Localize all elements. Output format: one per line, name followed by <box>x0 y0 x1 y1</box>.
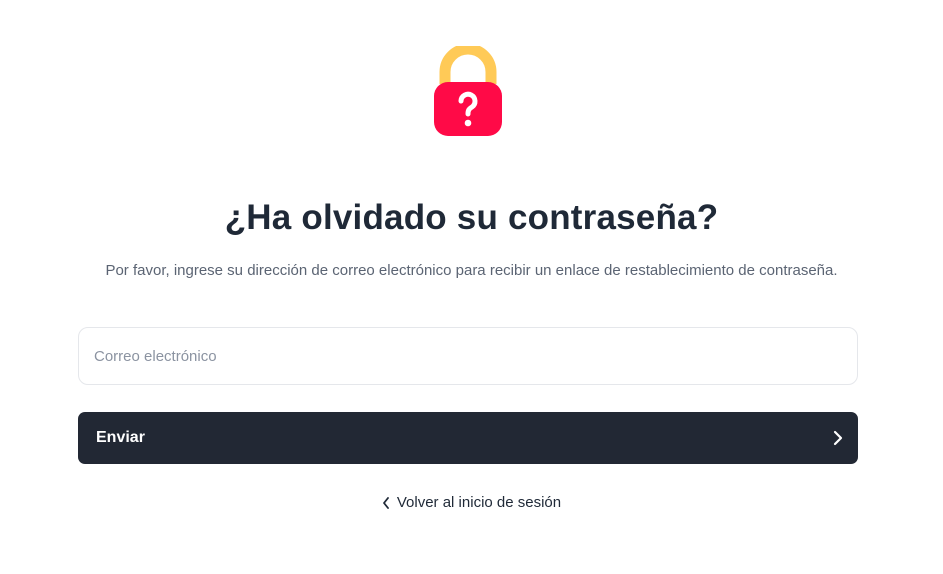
chevron-left-icon <box>382 496 389 509</box>
forgot-password-page: ¿Ha olvidado su contraseña? Por favor, i… <box>0 0 943 574</box>
submit-button-label: Enviar <box>96 429 145 446</box>
back-to-login-link[interactable]: Volver al inicio de sesión <box>382 494 561 511</box>
back-link-row: Volver al inicio de sesión <box>0 494 943 511</box>
page-title: ¿Ha olvidado su contraseña? <box>224 198 719 237</box>
email-field[interactable] <box>78 327 858 385</box>
submit-button[interactable]: Enviar <box>78 412 858 464</box>
page-subtitle: Por favor, ingrese su dirección de corre… <box>105 262 838 279</box>
back-to-login-label: Volver al inicio de sesión <box>396 494 562 511</box>
chevron-right-icon <box>833 430 843 446</box>
lock-question-icon <box>434 46 502 136</box>
